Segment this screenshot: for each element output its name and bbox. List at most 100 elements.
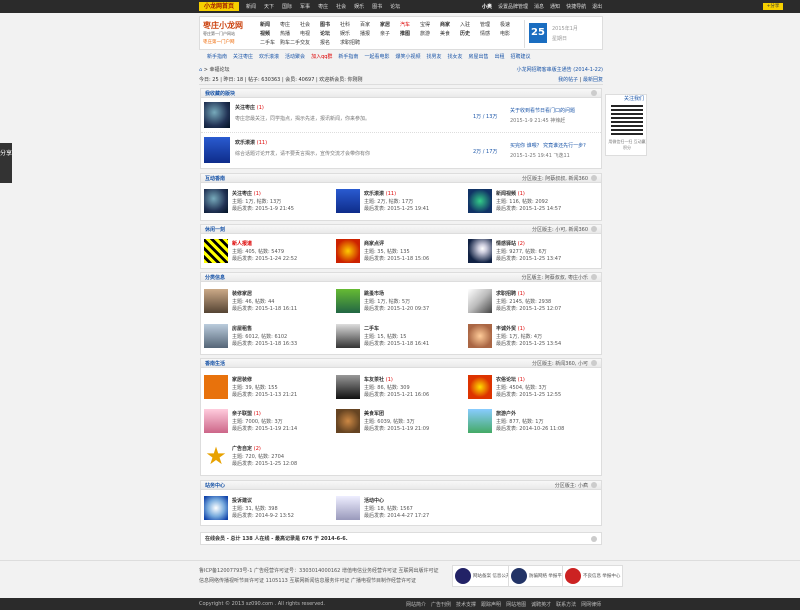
- category-link[interactable]: 宝得: [420, 21, 440, 28]
- category-link[interactable]: 推图: [400, 30, 420, 37]
- category-link[interactable]: 播报: [360, 30, 380, 37]
- category-link[interactable]: 电影: [500, 30, 520, 37]
- username-link[interactable]: 小奥: [482, 3, 492, 10]
- forum-name[interactable]: 关注枣庄 (1): [235, 104, 264, 111]
- footer-link[interactable]: 联系方法: [556, 601, 576, 608]
- coffee-cup-icon[interactable]: [204, 496, 228, 520]
- category-link[interactable]: 图书: [320, 21, 340, 28]
- last-post-link[interactable]: 关于收到看节日看门口的问题: [510, 107, 575, 114]
- section-title[interactable]: 我收藏的版块: [205, 90, 235, 97]
- forum-icon[interactable]: [336, 239, 360, 263]
- subnav-link[interactable]: 招聘建议: [511, 53, 531, 60]
- top-nav-item[interactable]: 图书: [372, 3, 382, 10]
- footer-link[interactable]: 跟踪声明: [481, 601, 501, 608]
- category-link[interactable]: 旅游: [420, 30, 440, 37]
- announcement-link[interactable]: 小龙网招聘客串版主通告 (2014-1-22): [517, 66, 603, 73]
- forum-name[interactable]: 丰诚外贸 (1): [496, 325, 525, 332]
- collapse-toggle-icon[interactable]: [591, 360, 597, 366]
- brand-logo[interactable]: 枣庄小龙网 枣庄第一门户网站 枣庄第一门户网: [203, 20, 257, 47]
- notifications-link[interactable]: 通知: [550, 3, 560, 10]
- category-link[interactable]: 热播: [280, 30, 300, 37]
- category-link[interactable]: 购车二手: [280, 39, 300, 46]
- forum-icon[interactable]: [336, 324, 360, 348]
- category-link[interactable]: 视频: [260, 30, 280, 37]
- forum-icon[interactable]: [204, 375, 228, 399]
- collapse-toggle-icon[interactable]: [591, 482, 597, 488]
- category-link[interactable]: 家居: [380, 21, 400, 28]
- footer-link[interactable]: 网站地图: [506, 601, 526, 608]
- subnav-link[interactable]: 新手指南: [207, 53, 227, 60]
- category-link[interactable]: 社会: [300, 21, 320, 28]
- forum-name[interactable]: 亲子联盟 (1): [232, 410, 261, 417]
- category-link[interactable]: 论坛: [320, 30, 340, 37]
- settings-link[interactable]: 设置品牌管理: [498, 3, 528, 10]
- category-link[interactable]: 二手车: [260, 39, 280, 46]
- forum-name[interactable]: 商家点评: [364, 240, 384, 247]
- forum-icon[interactable]: [204, 289, 228, 313]
- logout-link[interactable]: 退出: [592, 3, 602, 10]
- subnav-link[interactable]: 找男友: [426, 53, 441, 60]
- category-link[interactable]: 美食: [440, 30, 460, 37]
- category-link[interactable]: 新闻: [260, 21, 280, 28]
- forum-icon[interactable]: [336, 496, 360, 520]
- side-share-tab[interactable]: 分享: [0, 143, 12, 183]
- subnav-link[interactable]: 房屋出售: [469, 53, 489, 60]
- subnav-link[interactable]: 关注枣庄: [233, 53, 253, 60]
- forum-icon[interactable]: [204, 324, 228, 348]
- collapse-toggle-icon[interactable]: [591, 535, 597, 542]
- category-link[interactable]: 情感: [480, 30, 500, 37]
- subnav-link[interactable]: 活动聚会: [285, 53, 305, 60]
- forum-name[interactable]: 旅游户外: [496, 410, 516, 417]
- forum-icon[interactable]: [204, 102, 230, 128]
- forum-name[interactable]: 二手车: [364, 325, 379, 332]
- forum-name[interactable]: 美食军团: [364, 410, 384, 417]
- category-link[interactable]: 亲子: [380, 30, 400, 37]
- forum-icon[interactable]: [336, 189, 360, 213]
- category-link[interactable]: 枣庄: [280, 21, 300, 28]
- collapse-toggle-icon[interactable]: [591, 226, 597, 232]
- forum-name[interactable]: 家居装修: [232, 376, 252, 383]
- footer-link[interactable]: 广告刊例: [431, 601, 451, 608]
- forum-name[interactable]: 欢乐滚滚 (11): [364, 190, 396, 197]
- forum-icon[interactable]: [468, 375, 492, 399]
- section-title[interactable]: 站务中心: [205, 482, 225, 489]
- category-link[interactable]: 管理: [480, 21, 500, 28]
- forum-name[interactable]: 关注枣庄 (1): [232, 190, 261, 197]
- forum-icon[interactable]: [468, 239, 492, 263]
- footer-badge[interactable]: 防骗网络 举报平台: [508, 565, 570, 587]
- category-link[interactable]: 入驻: [460, 21, 480, 28]
- top-nav-item[interactable]: 军事: [300, 3, 310, 10]
- subnav-link[interactable]: 加入qq群: [311, 53, 332, 60]
- section-title[interactable]: 休闲一刻: [205, 226, 225, 233]
- category-link[interactable]: 汽车: [400, 21, 420, 28]
- forum-icon[interactable]: [336, 375, 360, 399]
- home-icon[interactable]: ⌂: [199, 67, 202, 73]
- top-nav-item[interactable]: 社会: [336, 3, 346, 10]
- footer-link[interactable]: 技术支撑: [456, 601, 476, 608]
- forum-name[interactable]: 情感驿站 (2): [496, 240, 525, 247]
- forum-icon[interactable]: [336, 409, 360, 433]
- forum-icon[interactable]: [336, 289, 360, 313]
- forum-name[interactable]: 车友茶社 (1): [364, 376, 393, 383]
- category-link[interactable]: 社科: [340, 21, 360, 28]
- forum-icon[interactable]: [204, 239, 228, 263]
- footer-link[interactable]: 网站简介: [406, 601, 426, 608]
- forum-name[interactable]: 新闻视频 (1): [496, 190, 525, 197]
- category-link[interactable]: 报名: [320, 39, 340, 46]
- forum-name[interactable]: 广告自定 (2): [232, 445, 261, 452]
- forum-name[interactable]: 新人报道: [232, 240, 252, 247]
- footer-badge[interactable]: 网站备案 信息公开: [452, 565, 514, 587]
- category-link[interactable]: 电视: [300, 30, 320, 37]
- subnav-link[interactable]: 出租: [495, 53, 505, 60]
- forum-name[interactable]: 房屋租售: [232, 325, 252, 332]
- category-link[interactable]: 极速: [500, 21, 520, 28]
- category-link[interactable]: 历史: [460, 30, 480, 37]
- collapse-toggle-icon[interactable]: [591, 274, 597, 280]
- subnav-link[interactable]: 欢乐滚滚: [259, 53, 279, 60]
- top-nav-item[interactable]: 论坛: [390, 3, 400, 10]
- category-link[interactable]: 百家: [360, 21, 380, 28]
- forum-name[interactable]: 装修家居: [232, 290, 252, 297]
- forum-name[interactable]: 农俗论坛 (1): [496, 376, 525, 383]
- footer-link[interactable]: 网网律师: [581, 601, 601, 608]
- site-logo-link[interactable]: 小龙网首页: [199, 2, 239, 11]
